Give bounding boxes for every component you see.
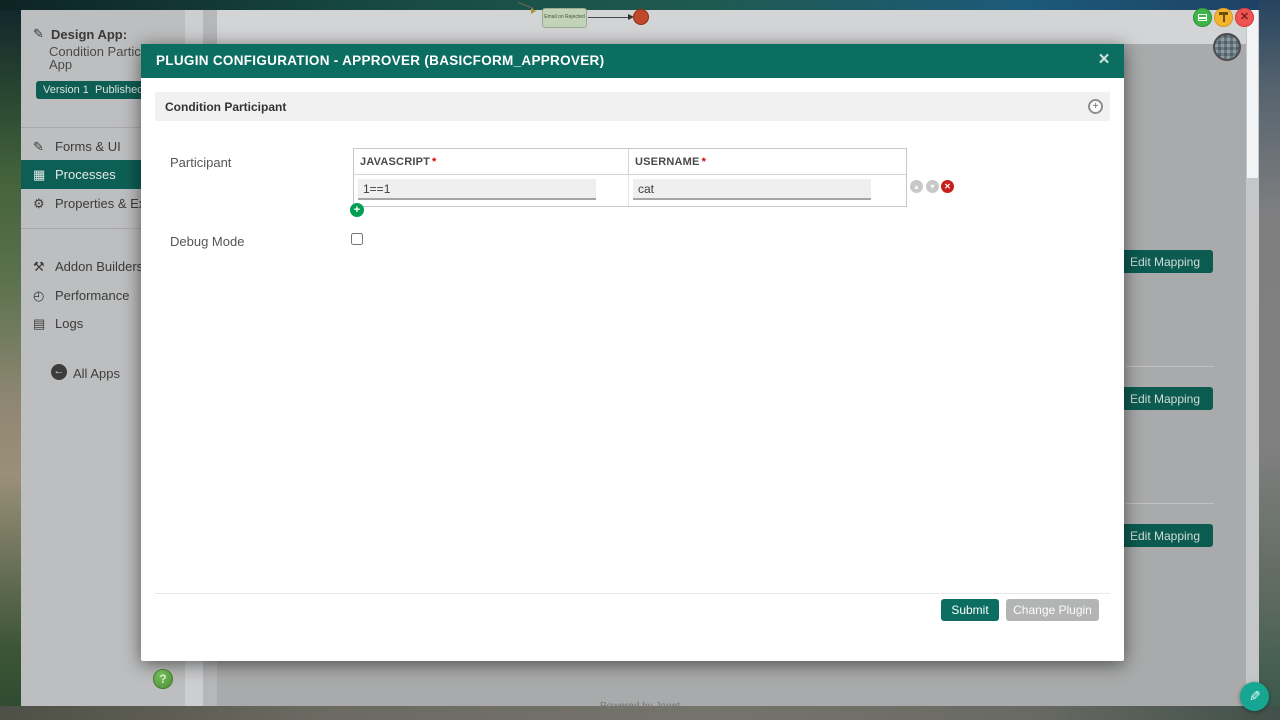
sidebar-item-label: Forms & UI [55, 139, 121, 154]
submit-button[interactable]: Submit [941, 599, 999, 621]
move-row-up-button[interactable]: ▴ [910, 180, 923, 193]
minimize-icon [1198, 14, 1207, 21]
tools-icon: ⚒ [33, 259, 45, 275]
forms-ui-icon: ✎ [33, 139, 44, 155]
grid-cell [629, 175, 906, 206]
close-icon: ✕ [1235, 10, 1254, 23]
required-asterisk: * [432, 156, 436, 168]
desktop-wallpaper-left [0, 0, 21, 720]
transition-line [588, 17, 630, 18]
process-end-node[interactable] [633, 9, 649, 25]
logs-icon: ▤ [33, 316, 45, 332]
participant-grid: JAVASCRIPT* USERNAME* [353, 148, 907, 207]
process-canvas [217, 10, 1246, 44]
minimize-window-button[interactable] [1193, 8, 1212, 27]
dialog-header: PLUGIN CONFIGURATION - APPROVER (BASICFO… [141, 44, 1124, 78]
grid-cell [354, 175, 629, 206]
add-row-button[interactable]: + [350, 203, 364, 217]
design-fab-button[interactable]: ✎ [1240, 682, 1269, 711]
transition-arrowhead [531, 8, 536, 14]
column-header-username: USERNAME* [629, 149, 906, 174]
screen: Email on Rejected ✎ Design App: Conditio… [0, 0, 1280, 720]
sidebar-item-label: Addon Builders [55, 259, 143, 274]
speedometer-icon: ◴ [33, 288, 44, 304]
dialog-title: PLUGIN CONFIGURATION - APPROVER (BASICFO… [156, 44, 604, 78]
debug-mode-checkbox[interactable] [351, 233, 363, 245]
section-settings-icon[interactable]: + [1088, 99, 1103, 114]
column-label: JAVASCRIPT [360, 156, 430, 168]
page-scrollbar-track [1246, 10, 1259, 706]
version-badge: Version 1 [36, 81, 96, 99]
gear-icon: ⚙ [33, 196, 45, 212]
sidebar-item-label: Processes [55, 167, 116, 182]
sidebar-item-label: Performance [55, 288, 129, 303]
edit-pencil-icon: ✎ [33, 26, 44, 42]
sidebar-item-label: Logs [55, 316, 83, 331]
section-header: Condition Participant + [155, 92, 1110, 121]
pin-icon [1223, 14, 1225, 22]
powered-by-joget-label: Powered by Joget [0, 701, 1280, 712]
edit-mapping-button[interactable]: Edit Mapping [1117, 250, 1213, 273]
section-title: Condition Participant [165, 100, 286, 114]
design-app-label: Design App: [51, 27, 127, 42]
pencil-icon: ✎ [1249, 682, 1261, 710]
edit-mapping-button[interactable]: Edit Mapping [1117, 387, 1213, 410]
process-node-email-on-rejected[interactable]: Email on Rejected [542, 8, 587, 28]
move-row-down-button[interactable]: ▾ [926, 180, 939, 193]
back-arrow-icon: ← [51, 364, 67, 380]
edit-mapping-button[interactable]: Edit Mapping [1117, 524, 1213, 547]
plugin-configuration-dialog: PLUGIN CONFIGURATION - APPROVER (BASICFO… [141, 44, 1124, 661]
help-button[interactable]: ? [153, 669, 173, 689]
avatar[interactable] [1213, 33, 1241, 61]
participant-label: Participant [170, 155, 231, 170]
close-window-button[interactable]: ✕ [1235, 8, 1254, 27]
page-scrollbar-thumb[interactable] [1247, 10, 1258, 178]
all-apps-label: All Apps [73, 366, 120, 381]
required-asterisk: * [702, 156, 706, 168]
content-divider [1126, 503, 1214, 504]
column-header-javascript: JAVASCRIPT* [354, 149, 629, 174]
username-input[interactable] [633, 179, 871, 200]
delete-row-button[interactable]: ✕ [941, 180, 954, 193]
javascript-input[interactable] [358, 179, 596, 200]
change-plugin-button[interactable]: Change Plugin [1006, 599, 1099, 621]
footer-divider [155, 593, 1110, 594]
processes-icon: ▦ [33, 167, 45, 183]
column-label: USERNAME [635, 156, 700, 168]
content-divider [1126, 366, 1214, 367]
grid-header-row: JAVASCRIPT* USERNAME* [354, 149, 906, 175]
debug-mode-label: Debug Mode [170, 234, 244, 249]
dialog-close-button[interactable]: × [1092, 46, 1116, 74]
pin-window-button[interactable] [1214, 8, 1233, 27]
grid-data-row [354, 175, 906, 206]
desktop-wallpaper-right [1259, 0, 1280, 720]
